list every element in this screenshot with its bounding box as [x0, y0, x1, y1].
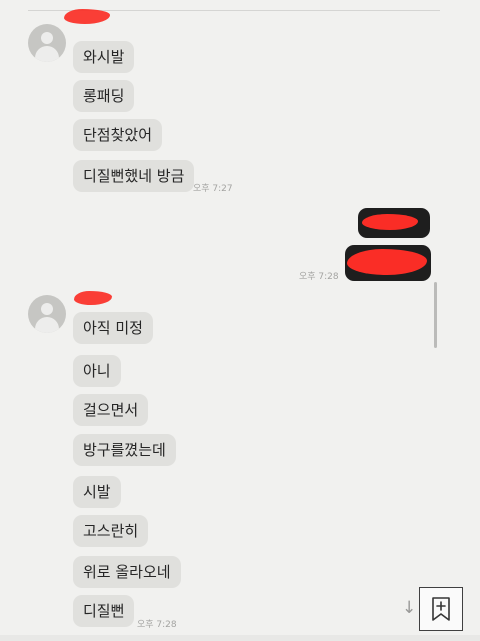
- sender-avatar[interactable]: [28, 24, 66, 62]
- message-bubble[interactable]: 와시발: [73, 41, 135, 73]
- sender-avatar[interactable]: [28, 295, 66, 333]
- message-bubble[interactable]: 롱패딩: [73, 80, 135, 112]
- message-bubble[interactable]: 단점찾았어: [73, 119, 163, 151]
- bookmark-add-icon: [432, 597, 450, 621]
- message-bubble[interactable]: 디질뻔: [73, 595, 135, 627]
- scrollbar-thumb[interactable]: [434, 282, 437, 348]
- avatar-head: [41, 303, 53, 315]
- down-arrow-icon[interactable]: ↓: [402, 600, 416, 617]
- message-bubble[interactable]: 방구를꼈는데: [73, 434, 176, 466]
- message-bubble[interactable]: 고스란히: [73, 515, 149, 547]
- chat-screen: 와시발 롱패딩 단점찾았어 디질뻔했네 방금 오후 7:27 오후 7:28 아…: [0, 0, 480, 641]
- redacted-sender-name: [74, 291, 112, 305]
- message-timestamp: 오후 7:27: [193, 184, 233, 194]
- message-bubble[interactable]: 시발: [73, 476, 121, 508]
- redaction-mark: [347, 249, 427, 275]
- message-bubble[interactable]: 위로 올라오네: [73, 556, 181, 588]
- redacted-sender-name: [64, 9, 110, 24]
- message-timestamp: 오후 7:28: [299, 272, 339, 282]
- avatar-body: [35, 46, 59, 62]
- bookmark-add-button[interactable]: [419, 587, 463, 631]
- avatar-body: [35, 317, 59, 333]
- message-bubble[interactable]: 아직 미정: [73, 312, 153, 344]
- message-timestamp: 오후 7:28: [137, 620, 177, 630]
- outgoing-message-bubble-redacted[interactable]: [358, 208, 430, 238]
- message-bubble[interactable]: 걸으면서: [73, 394, 149, 426]
- message-bubble[interactable]: 아니: [73, 355, 121, 387]
- redaction-mark: [362, 214, 418, 230]
- outgoing-message-bubble-redacted[interactable]: [345, 245, 431, 281]
- message-bubble[interactable]: 디질뻔했네 방금: [73, 160, 195, 192]
- avatar-head: [41, 32, 53, 44]
- bottom-bar: [0, 635, 480, 641]
